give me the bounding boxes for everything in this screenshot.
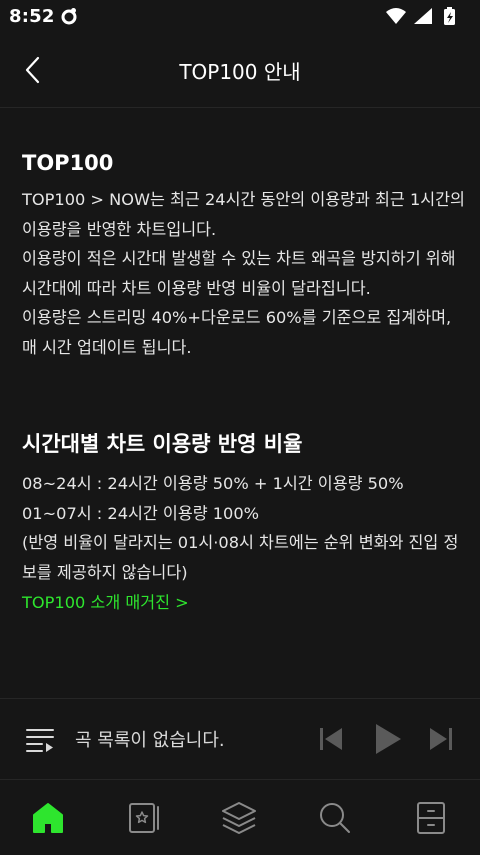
- nav-library[interactable]: [124, 798, 164, 838]
- app-notification-icon: [61, 8, 77, 25]
- drawer-icon: [417, 802, 445, 834]
- paragraph: 08~24시 : 24시간 이용량 50% + 1시간 이용량 50%: [22, 474, 404, 493]
- paragraph: 이용량이 적은 시간대 발생할 수 있는 차트 왜곡을 방지하기 위해 시간대에…: [22, 249, 456, 298]
- paragraph: TOP100 > NOW는 최근 24시간 동안의 이용량과 최근 1시간의 이…: [22, 190, 465, 239]
- next-track-icon[interactable]: [428, 724, 454, 754]
- section-body-ratio: 08~24시 : 24시간 이용량 50% + 1시간 이용량 50% 01~0…: [22, 469, 468, 587]
- search-icon: [320, 803, 350, 833]
- section-title-ratio: 시간대별 차트 이용량 반영 비율: [22, 432, 303, 456]
- battery-charging-icon: [444, 7, 455, 25]
- play-icon[interactable]: [372, 721, 404, 757]
- status-time: 8:52: [9, 6, 55, 27]
- section-title-top100: TOP100: [22, 151, 114, 175]
- page-title: TOP100 안내: [179, 60, 301, 84]
- bottom-nav: [0, 780, 480, 855]
- paragraph: 01~07시 : 24시간 이용량 100%: [22, 503, 260, 523]
- nav-search[interactable]: [315, 798, 355, 838]
- home-icon: [33, 803, 63, 833]
- status-icons: [384, 6, 472, 26]
- paragraph: (반영 비율이 달라지는 01시·08시 차트에는 순위 변화와 진입 정보를 …: [22, 533, 459, 582]
- magazine-link[interactable]: TOP100 소개 매거진 >: [22, 588, 189, 617]
- previous-track-icon[interactable]: [318, 724, 344, 754]
- section-body-top100: TOP100 > NOW는 최근 24시간 동안의 이용량과 최근 1시간의 이…: [22, 185, 468, 362]
- library-icon: [129, 803, 159, 833]
- nav-home[interactable]: [28, 798, 68, 838]
- status-bar: 8:52: [0, 0, 480, 34]
- playlist-icon[interactable]: [24, 723, 56, 755]
- cellular-signal-icon: [414, 8, 432, 24]
- app-header: TOP100 안내: [0, 34, 480, 108]
- layers-icon: [222, 802, 256, 834]
- paragraph: 이용량은 스트리밍 40%+다운로드 60%를 기준으로 집계하며, 매 시간 …: [22, 308, 452, 357]
- nav-layers[interactable]: [219, 798, 259, 838]
- player-empty-message: 곡 목록이 없습니다.: [75, 730, 225, 751]
- mini-player: 곡 목록이 없습니다.: [0, 698, 480, 780]
- wifi-icon: [386, 8, 406, 24]
- nav-drawer[interactable]: [411, 798, 451, 838]
